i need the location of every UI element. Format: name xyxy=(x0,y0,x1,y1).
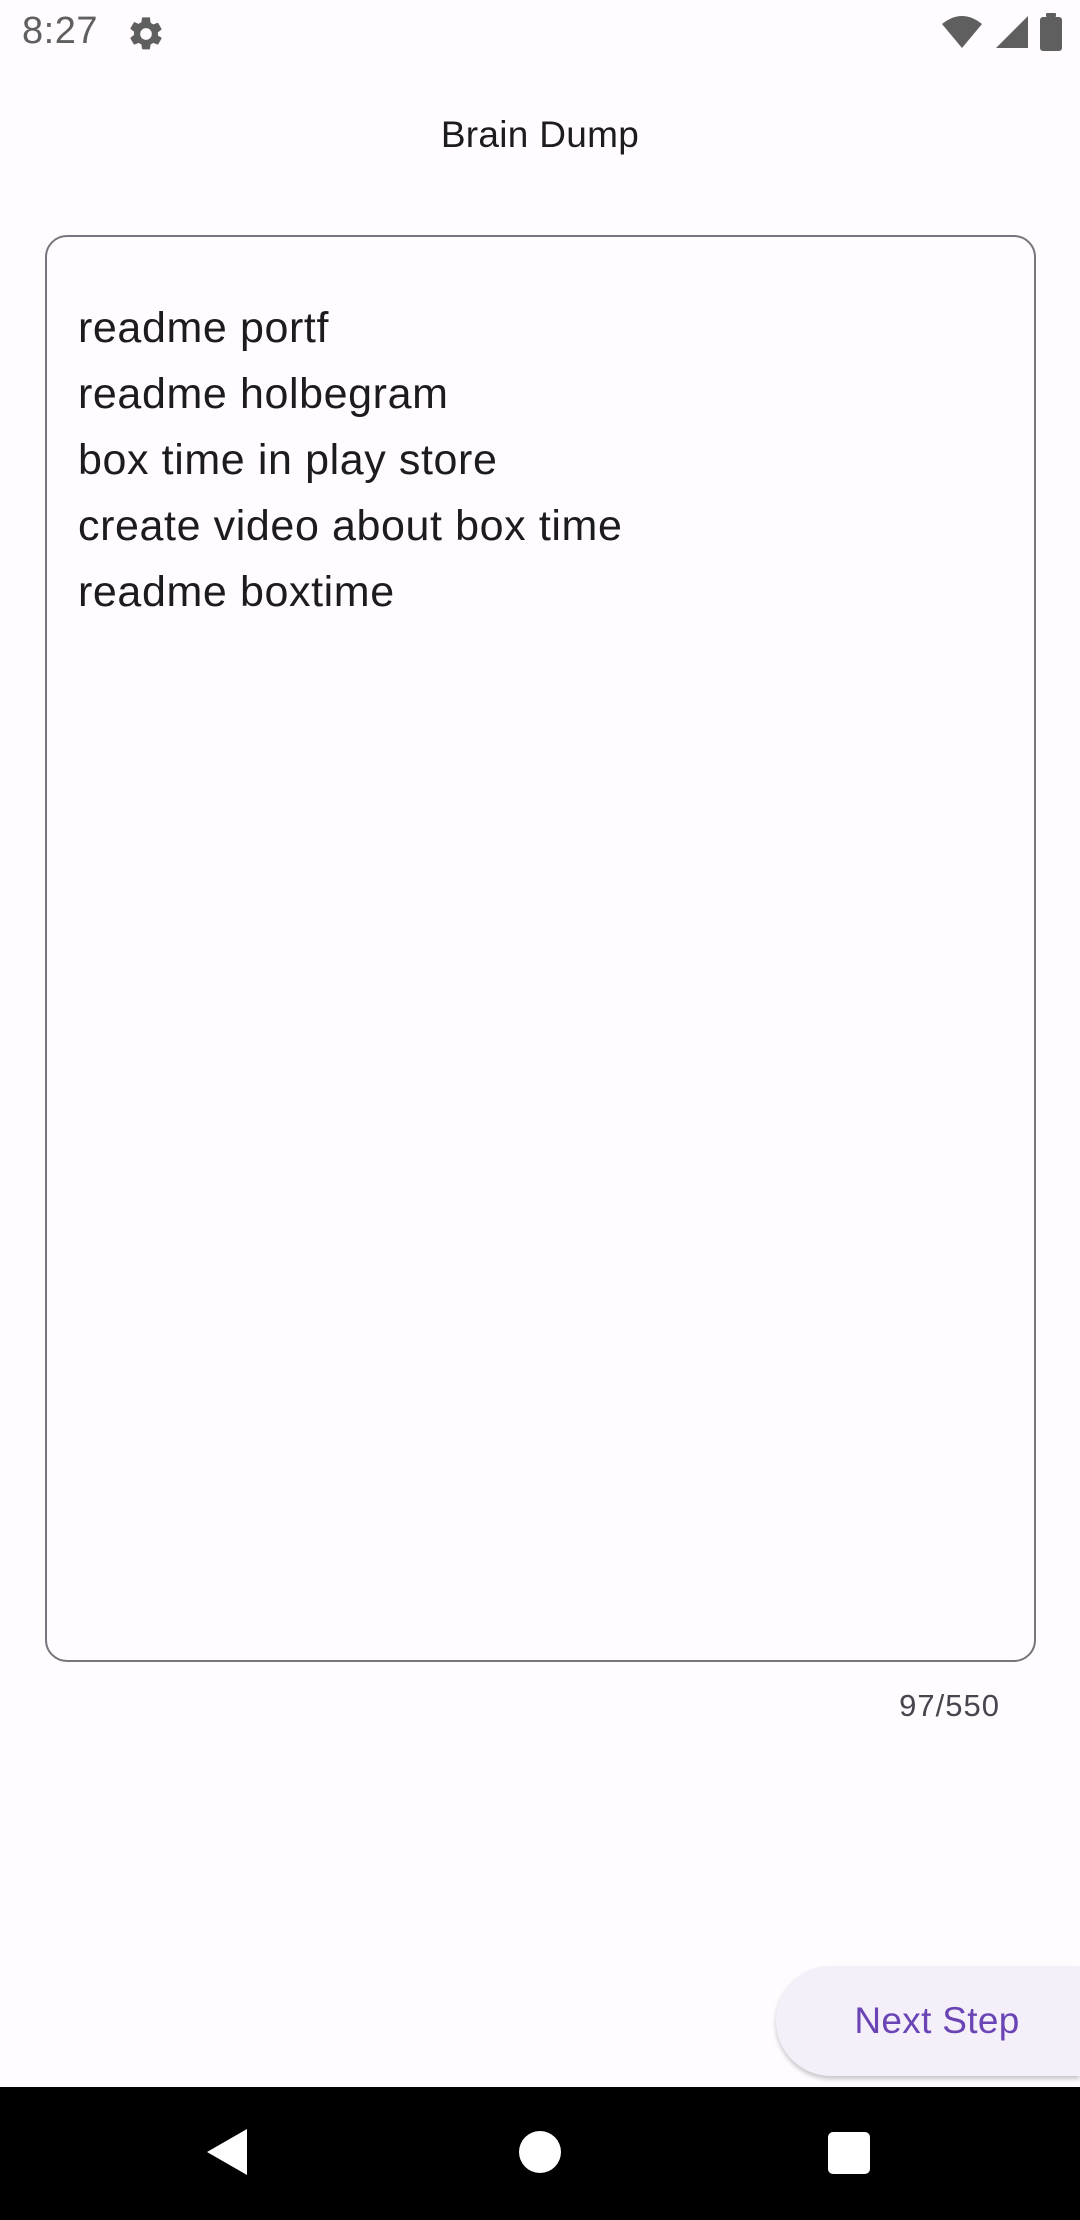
text-line: box time in play store xyxy=(78,436,498,484)
recent-apps-icon[interactable] xyxy=(828,2132,870,2174)
battery-icon xyxy=(1040,12,1062,56)
signal-icon xyxy=(994,14,1030,55)
status-bar: 8:27 xyxy=(0,0,1080,66)
status-time: 8:27 xyxy=(22,10,98,52)
text-line: readme holbegram xyxy=(78,370,449,418)
navigation-bar xyxy=(0,2087,1080,2220)
wifi-icon xyxy=(940,14,984,55)
text-line: readme boxtime xyxy=(78,568,395,616)
character-counter: 97/550 xyxy=(899,1688,1000,1723)
gear-icon xyxy=(126,14,166,54)
status-icons xyxy=(940,12,1062,56)
text-line: create video about box time xyxy=(78,502,623,550)
page-title: Brain Dump xyxy=(440,114,640,155)
text-line: readme portf xyxy=(78,304,329,352)
home-icon[interactable] xyxy=(519,2131,561,2173)
next-step-button[interactable]: Next Step xyxy=(776,1966,1080,2076)
brain-dump-text-area[interactable]: readme portf readme holbegram box time i… xyxy=(45,235,1036,1662)
back-icon[interactable] xyxy=(205,2127,249,2182)
